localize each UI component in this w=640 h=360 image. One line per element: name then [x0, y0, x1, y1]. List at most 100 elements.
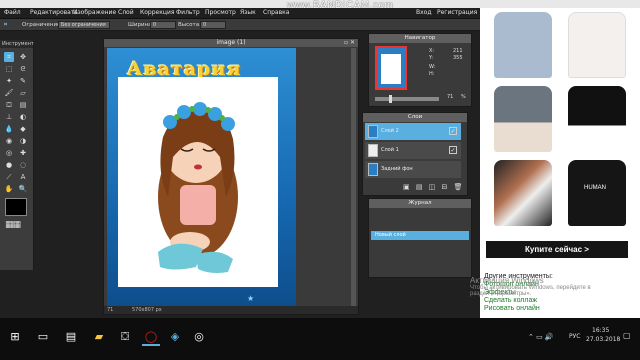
marquee-icon[interactable]: ⬚ [4, 64, 14, 74]
zoom-value[interactable]: 71 [107, 306, 113, 314]
ad-product-image[interactable] [494, 12, 552, 78]
menu-view[interactable]: Просмотр [205, 9, 236, 16]
ad-product-image[interactable] [494, 86, 552, 152]
ad-product-image[interactable] [568, 86, 626, 152]
opera-icon[interactable]: ◯ [142, 328, 160, 346]
history-title: Журнал [369, 199, 471, 208]
layer-row[interactable]: Слой 1 ✓ [365, 142, 461, 159]
menu-edit[interactable]: Редактировать [30, 9, 78, 16]
sponge-icon[interactable]: ◉ [4, 136, 14, 146]
width-input[interactable]: 0 [150, 21, 176, 29]
x-label: X: [429, 48, 435, 54]
layer-actions-icons[interactable]: ▣ ▤ ◫ ⊟ 🗑 [403, 183, 465, 191]
brush-icon[interactable]: 🖌 [4, 88, 14, 98]
notifications-icon[interactable]: ▢ [623, 331, 631, 340]
layers-panel: Слои Слой 2 ✓ Слой 1 ✓ Задний фон ▣ ▤ ◫ ⊟ … [362, 112, 468, 196]
ad-product-image[interactable]: HUMAN [568, 160, 626, 226]
sweatshirt-print-text: HUMAN [584, 185, 606, 191]
gradient-icon[interactable]: ▤ [18, 100, 28, 110]
navigator-thumbnail[interactable] [375, 46, 407, 90]
clock-date[interactable]: 27.03.2018 [586, 336, 620, 343]
login-link[interactable]: Вход [416, 9, 432, 16]
image-canvas[interactable]: Аватария ★ [107, 48, 296, 306]
pinch-icon[interactable]: ◌ [18, 160, 28, 170]
windows-start-icon[interactable]: ⊞ [6, 328, 24, 346]
red-eye-icon[interactable]: ◎ [4, 148, 14, 158]
draw-online-link[interactable]: Рисовать онлайн [484, 305, 553, 313]
canvas-artwork [118, 77, 278, 287]
clock-time[interactable]: 16:35 [592, 327, 609, 334]
crop-tool-icon: ⌗ [4, 22, 8, 28]
register-link[interactable]: Регистрация [437, 9, 477, 16]
explorer-icon[interactable]: ▤ [62, 328, 80, 346]
ad-product-image[interactable] [568, 12, 626, 78]
pencil-icon[interactable]: ✎ [18, 76, 28, 86]
menu-layer[interactable]: Слой [118, 9, 134, 16]
canvas-scrollbar[interactable] [351, 48, 356, 306]
drop-icon[interactable]: 💧 [4, 124, 14, 134]
y-label: Y: [429, 55, 434, 61]
menu-language[interactable]: Язык [240, 9, 256, 16]
wand-icon[interactable]: ✦ [4, 76, 14, 86]
height-input[interactable]: 0 [200, 21, 226, 29]
layer-row[interactable]: Задний фон [365, 161, 461, 178]
constraint-select[interactable]: Без ограничения [58, 21, 110, 29]
navigator-zoom-value[interactable]: 71 [447, 94, 453, 100]
language-indicator[interactable]: РУС [569, 333, 580, 340]
collage-link[interactable]: Сделать коллаж [484, 297, 553, 305]
tray-icons[interactable]: ⌃ ▭ 🔊 [528, 333, 554, 341]
zoom-slider[interactable] [375, 95, 439, 103]
replace-icon[interactable]: ◐ [18, 112, 28, 122]
move-icon[interactable]: ✥ [18, 52, 28, 62]
menu-image[interactable]: Изображение [73, 9, 116, 16]
layers-title: Слои [363, 113, 467, 122]
layer-thumbnail [368, 144, 378, 157]
foreground-color-swatch[interactable] [5, 198, 27, 216]
window-controls-icon[interactable]: ▫ ✕ [344, 39, 355, 46]
star-icon: ★ [247, 294, 255, 303]
constraint-label: Ограничение: [22, 22, 63, 28]
color-picker-icon[interactable]: ⟋ [4, 172, 14, 182]
history-item[interactable]: Новый слой [371, 231, 469, 240]
history-panel: Журнал Новый слой [368, 198, 472, 278]
stamp-icon[interactable]: ⊥ [4, 112, 14, 122]
bandicam-icon[interactable]: ◎ [190, 328, 208, 346]
canvas-status-bar: 71 570x807 px [104, 306, 358, 314]
bloat-icon[interactable]: ● [4, 160, 14, 170]
navigator-panel: Навигатор X: 211 Y: 355 W: H: 71 % [368, 33, 472, 107]
folder-icon[interactable]: ▰ [90, 328, 108, 346]
layer-name: Слой 1 [381, 147, 399, 153]
store-icon[interactable]: ⛋ [116, 328, 134, 346]
hand-icon[interactable]: ✋ [4, 184, 14, 194]
navigator-title: Навигатор [369, 34, 471, 43]
task-view-icon[interactable]: ▭ [34, 328, 52, 346]
buy-now-button[interactable]: Купите сейчас > [486, 241, 628, 258]
menu-filter[interactable]: Фильтр [176, 9, 200, 16]
bucket-icon[interactable]: ⛋ [4, 100, 14, 110]
blur-icon[interactable]: ◆ [18, 124, 28, 134]
navigator-zoom-unit: % [461, 94, 466, 100]
menu-help[interactable]: Справка [263, 9, 289, 16]
x-value: 211 [453, 48, 463, 54]
options-bar: ⌗ Ограничение: Без ограничения Ширина: 0… [0, 19, 480, 31]
eraser-icon[interactable]: ▱ [18, 88, 28, 98]
ad-product-image[interactable] [494, 160, 552, 226]
w-label: W: [429, 64, 436, 70]
y-value: 355 [453, 55, 463, 61]
menu-adjust[interactable]: Коррекция [140, 9, 174, 16]
crop-icon[interactable]: ⌗ [4, 52, 14, 62]
tools-title: Инструмент [0, 40, 34, 48]
burn-icon[interactable]: ◑ [18, 136, 28, 146]
spot-heal-icon[interactable]: ✚ [18, 148, 28, 158]
layer-visibility-checkbox[interactable]: ✓ [449, 127, 457, 135]
layer-visibility-checkbox[interactable]: ✓ [449, 146, 457, 154]
layer-thumbnail [368, 163, 378, 176]
menu-file[interactable]: Файл [4, 9, 21, 16]
text-icon[interactable]: A [18, 172, 28, 182]
taskbar: ⊞ ▭ ▤ ▰ ⛋ ◯ ◈ ◎ ⌃ ▭ 🔊 РУС 16:35 27.03.20… [0, 318, 640, 360]
layer-row[interactable]: Слой 2 ✓ [365, 123, 461, 140]
app-icon[interactable]: ◈ [166, 328, 184, 346]
grid-icon[interactable]: ▦▦ [5, 220, 29, 232]
lasso-icon[interactable]: ᘓ [18, 64, 28, 74]
zoom-icon[interactable]: 🔍 [18, 184, 28, 194]
